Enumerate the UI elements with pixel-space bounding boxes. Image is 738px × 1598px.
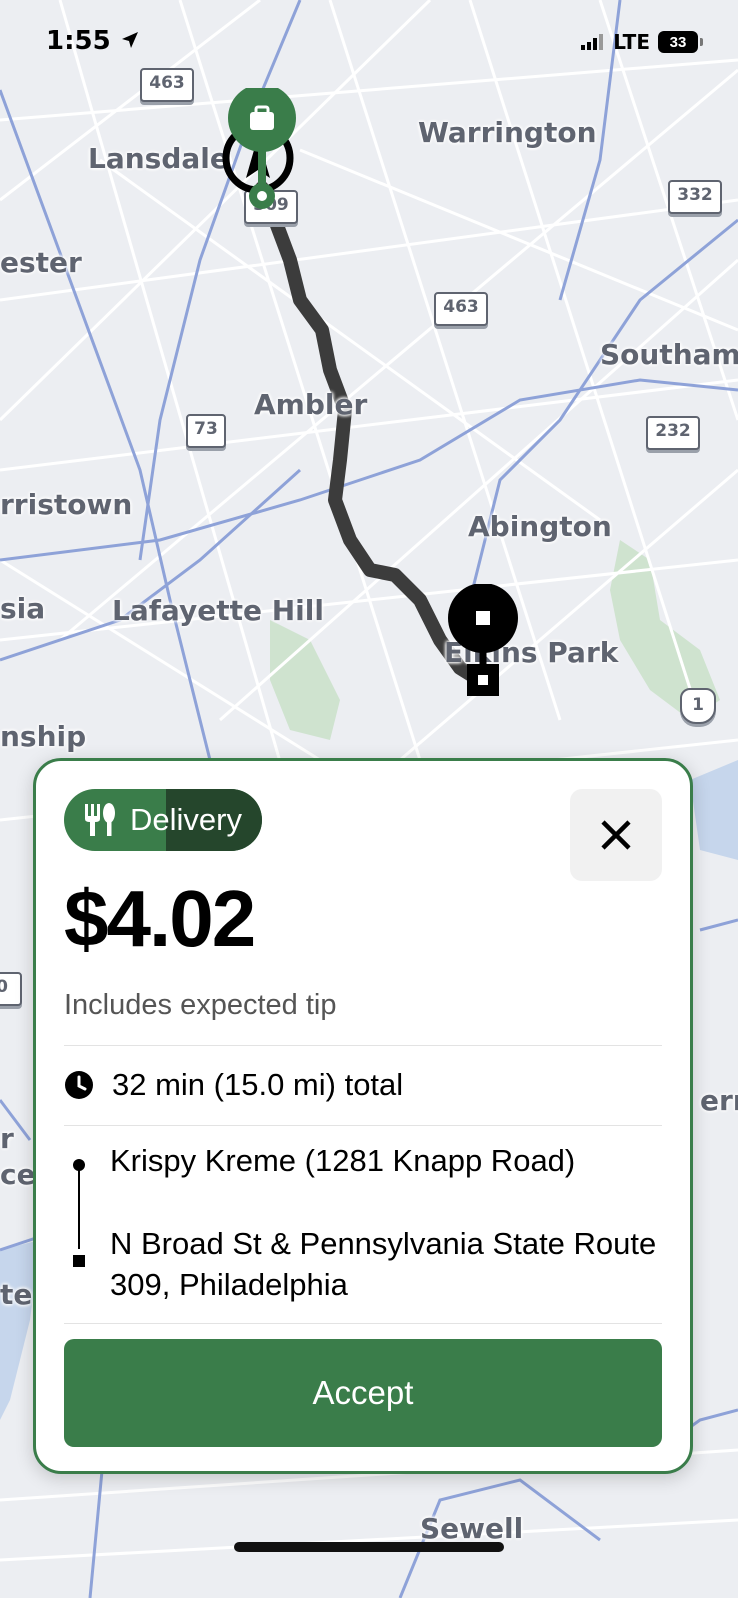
route-shield-us1: 1 [680,688,716,724]
map-label-warrington: Warrington [418,116,597,149]
map-label-southampton: Southam [600,338,738,371]
home-indicator[interactable] [234,1542,504,1552]
map-label-ambler: Ambler [254,388,368,421]
map-label-conshohocken: sia [0,592,46,625]
map-label-lansdale: Lansdale [88,142,229,175]
battery-icon: 33 [658,31,703,53]
route-shield-332: 332 [668,180,722,214]
map-label-left-r: r [0,1122,14,1155]
pickup-location: Krispy Kreme (1281 Knapp Road) [110,1143,576,1178]
divider [64,1045,662,1046]
delivery-type-label: Delivery [126,789,262,851]
map-label-right-err: err [700,1084,738,1117]
delivery-type-badge: Delivery [64,789,262,851]
delivery-offer-card: Delivery $4.02 Includes expected tip 32 … [33,758,693,1474]
accept-button[interactable]: Accept [64,1339,662,1447]
map-label-township: nship [0,720,87,753]
network-type: LTE [613,30,650,54]
map-label-lafayette-hill: Lafayette Hill [112,594,324,627]
route-shield-463: 463 [140,68,194,102]
pickup-pin[interactable] [220,88,300,218]
dropoff-pin[interactable] [448,584,518,710]
status-indicators: LTE 33 [581,30,703,54]
price-note: Includes expected tip [64,989,337,1021]
route-shield-partial: 0 [0,972,22,1006]
route-shield-73: 73 [186,414,226,448]
map-label-sewell: Sewell [420,1512,524,1545]
route-shield-232: 232 [646,416,700,450]
dropoff-location: N Broad St & Pennsylvania State Route 30… [110,1226,657,1302]
close-button[interactable] [570,789,662,881]
offer-price: $4.02 [64,874,256,963]
eta-row: 32 min (15.0 mi) total [64,1067,403,1103]
map-label-left-te: te [0,1278,33,1311]
map-label-left-ce: ce [0,1158,36,1191]
map-label-norristown: rristown [0,488,133,521]
dropoff-square-icon [73,1255,85,1267]
location-arrow-icon [121,32,138,48]
route-connector [78,1169,80,1249]
route-shield-463-mid: 463 [434,292,488,326]
eta-text: 32 min (15.0 mi) total [112,1067,404,1102]
map-label-abington: Abington [468,510,612,543]
cellular-signal-icon [581,34,604,50]
status-time: 1:55 [46,26,140,56]
close-icon [601,820,631,850]
map-label-chester: ester [0,246,82,279]
clock-icon [65,1071,93,1099]
divider [64,1125,662,1126]
divider [64,1323,662,1324]
fork-spoon-icon [85,803,115,836]
